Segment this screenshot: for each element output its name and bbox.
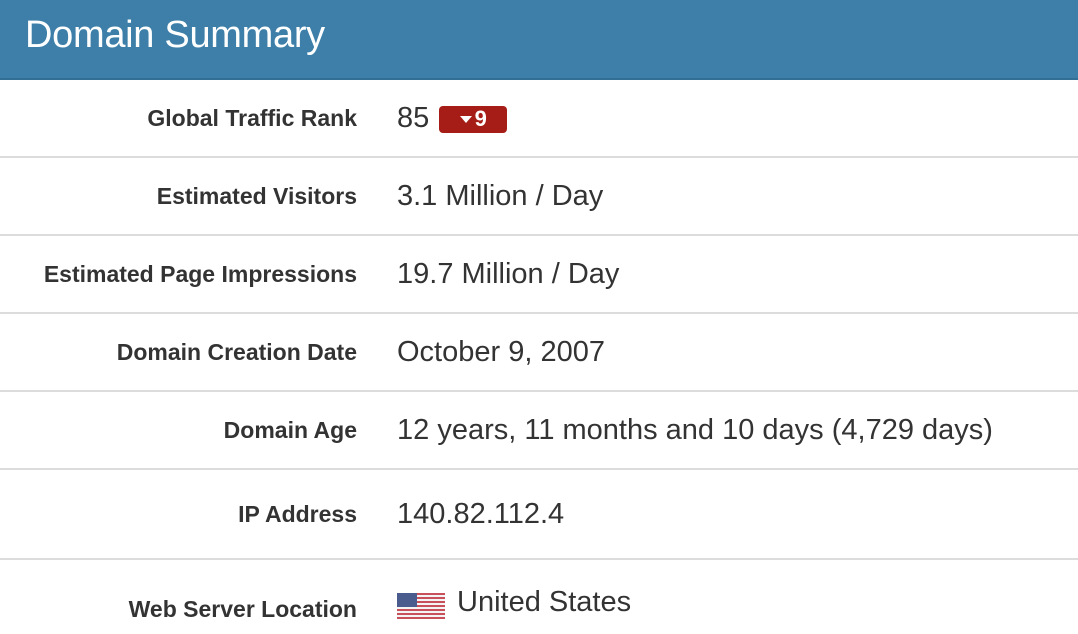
row-label: Domain Age — [223, 416, 357, 443]
row-value: United States — [397, 586, 631, 619]
row-value: 19.7 Million / Day — [397, 257, 620, 290]
rank-change-badge: 9 — [439, 105, 508, 133]
row-value: 3.1 Million / Day — [397, 179, 604, 212]
summary-table: Global Traffic Rank 85 9 Estimated Visit… — [0, 80, 1078, 634]
row-domain-age: Domain Age 12 years, 11 months and 10 da… — [0, 392, 1078, 470]
row-label: Global Traffic Rank — [147, 104, 357, 131]
row-value: 140.82.112.4 — [397, 497, 565, 530]
row-value: October 9, 2007 — [397, 335, 605, 368]
row-global-traffic-rank: Global Traffic Rank 85 9 — [0, 80, 1078, 158]
rank-change-value: 9 — [474, 106, 487, 131]
row-label: Web Server Location — [128, 595, 357, 622]
domain-summary-panel: Domain Summary Global Traffic Rank 85 9 … — [0, 0, 1078, 634]
row-label: Estimated Visitors — [156, 182, 357, 209]
row-value: 85 9 — [397, 101, 508, 135]
traffic-rank-value: 85 — [397, 101, 430, 134]
row-web-server-location: Web Server Location United States — [0, 560, 1078, 634]
row-estimated-page-impressions: Estimated Page Impressions 19.7 Million … — [0, 236, 1078, 314]
caret-down-icon — [459, 115, 472, 123]
us-flag-icon — [397, 593, 445, 619]
panel-title: Domain Summary — [25, 13, 325, 56]
server-location-value: United States — [457, 585, 632, 618]
row-label: IP Address — [238, 500, 357, 527]
row-estimated-visitors: Estimated Visitors 3.1 Million / Day — [0, 158, 1078, 236]
row-domain-creation-date: Domain Creation Date October 9, 2007 — [0, 314, 1078, 392]
panel-header: Domain Summary — [0, 0, 1078, 80]
row-label: Domain Creation Date — [116, 338, 357, 365]
row-value: 12 years, 11 months and 10 days (4,729 d… — [397, 413, 993, 446]
row-ip-address: IP Address 140.82.112.4 — [0, 470, 1078, 560]
row-label: Estimated Page Impressions — [43, 260, 357, 287]
